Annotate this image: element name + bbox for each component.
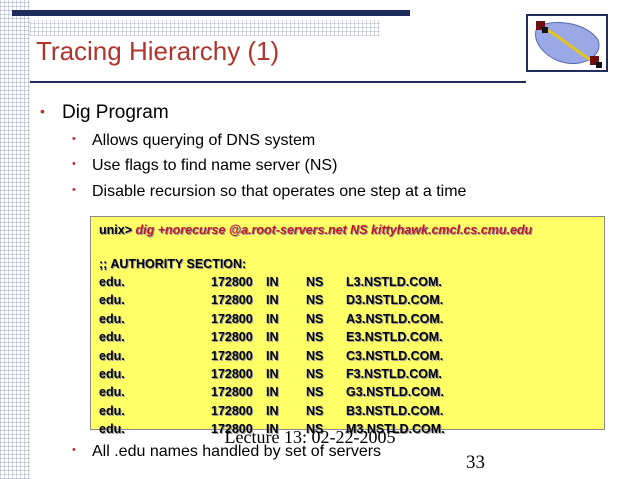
record-name: edu.	[99, 293, 125, 308]
bullet-glyph: •	[40, 103, 45, 119]
record-class: IN	[266, 403, 279, 418]
sub-bullet-text: Allows querying of DNS system	[92, 132, 316, 149]
record-target: G3.NSTLD.COM.	[346, 385, 444, 400]
record-type: NS	[306, 311, 324, 326]
record-type: NS	[306, 403, 324, 418]
record-type: NS	[306, 348, 324, 363]
record-name: edu.	[99, 385, 125, 400]
record-row: edu. 172800 IN NS A3.NSTLD.COM.	[99, 312, 596, 330]
sub-bullet: • Disable recursion so that operates one …	[72, 183, 466, 201]
record-class: IN	[266, 293, 279, 308]
record-target: E3.NSTLD.COM.	[346, 330, 443, 345]
title-underline	[30, 81, 526, 83]
record-name: edu.	[99, 311, 125, 326]
slide-title: Tracing Hierarchy (1)	[36, 36, 280, 66]
record-row: edu. 172800 IN NS B3.NSTLD.COM.	[99, 404, 596, 422]
record-class: IN	[266, 348, 279, 363]
record-ttl: 172800	[211, 348, 253, 363]
record-row: edu. 172800 IN NS G3.NSTLD.COM.	[99, 385, 596, 403]
dig-output-box: unix> dig +norecurse @a.root-servers.net…	[90, 216, 605, 436]
record-type: NS	[306, 366, 324, 381]
record-ttl: 172800	[211, 293, 253, 308]
record-row: edu. 172800 IN NS D3.NSTLD.COM.	[99, 293, 596, 311]
authority-section-header: ;; AUTHORITY SECTION:	[99, 257, 247, 271]
record-row: edu. 172800 IN NS F3.NSTLD.COM.	[99, 367, 596, 385]
bullet-glyph: •	[72, 158, 76, 170]
record-name: edu.	[99, 403, 125, 418]
record-name: edu.	[99, 348, 125, 363]
record-target: L3.NSTLD.COM.	[346, 275, 442, 289]
footer-lecture: Lecture 13: 02-22-2005	[224, 427, 396, 447]
record-target: B3.NSTLD.COM.	[346, 403, 444, 418]
record-class: IN	[266, 311, 279, 326]
network-logo-icon	[526, 14, 608, 72]
record-type: NS	[306, 330, 324, 345]
record-target: A3.NSTLD.COM.	[346, 311, 444, 326]
record-name: edu.	[99, 422, 125, 437]
bullet-glyph: •	[72, 184, 76, 196]
record-class: IN	[266, 275, 279, 289]
record-list: edu. 172800 IN NS L3.NSTLD.COM. edu. 172800 IN N…	[99, 275, 596, 441]
record-ttl: 172800	[211, 311, 253, 326]
bullet-glyph: •	[72, 444, 76, 456]
record-name: edu.	[99, 330, 125, 345]
record-row: edu. 172800 IN NS C3.NSTLD.COM.	[99, 349, 596, 367]
record-row: edu. 172800 IN NS L3.NSTLD.COM.	[99, 275, 596, 293]
main-bullet-text: Dig Program	[62, 102, 169, 123]
record-ttl: 172800	[211, 385, 253, 400]
record-ttl: 172800	[211, 330, 253, 345]
record-class: IN	[266, 330, 279, 345]
record-ttl: 172800	[211, 403, 253, 418]
record-target: D3.NSTLD.COM.	[346, 293, 444, 308]
record-class: IN	[266, 385, 279, 400]
bullet-glyph: •	[72, 133, 76, 145]
record-target: C3.NSTLD.COM.	[346, 348, 444, 363]
page-number: 33	[466, 452, 485, 473]
record-name: edu.	[99, 366, 125, 381]
record-target: F3.NSTLD.COM.	[346, 366, 442, 381]
network-logo-graphic	[535, 21, 602, 68]
main-bullet: • Dig Program	[40, 102, 169, 124]
record-ttl: 172800	[211, 366, 253, 381]
command-line: unix> dig +norecurse @a.root-servers.net…	[99, 223, 596, 241]
dig-command: dig +norecurse @a.root-servers.net NS ki…	[135, 223, 533, 237]
sub-bullet: • Use flags to find name server (NS)	[72, 157, 337, 175]
left-hatch-decoration	[0, 0, 30, 479]
record-type: NS	[306, 385, 324, 400]
record-type: NS	[306, 293, 324, 308]
top-accent-bar	[12, 10, 410, 16]
record-class: IN	[266, 366, 279, 381]
top-hatch-decoration	[30, 20, 380, 36]
record-ttl: 172800	[211, 275, 253, 289]
sub-bullet-text: Disable recursion so that operates one s…	[92, 183, 467, 200]
record-name: edu.	[99, 275, 125, 289]
shell-prompt: unix>	[99, 223, 132, 237]
sub-bullet: • Allows querying of DNS system	[72, 132, 315, 150]
sub-bullet-text: Use flags to find name server (NS)	[92, 157, 338, 174]
record-type: NS	[306, 275, 324, 289]
record-row: edu. 172800 IN NS E3.NSTLD.COM.	[99, 330, 596, 348]
